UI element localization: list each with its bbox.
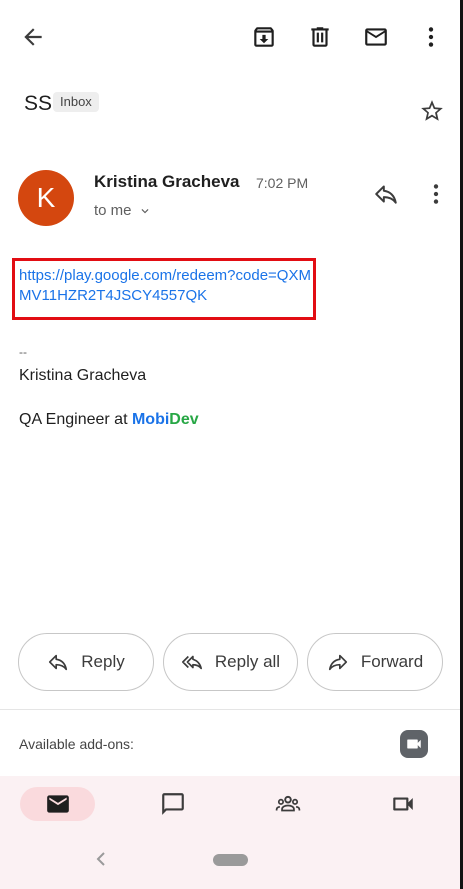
more-vert-icon (428, 27, 434, 47)
meet-addon-button[interactable] (400, 730, 428, 758)
system-back-icon[interactable] (94, 850, 108, 868)
reply-all-icon (181, 655, 202, 670)
nav-meet[interactable] (365, 787, 440, 821)
nav-mail[interactable] (20, 787, 95, 821)
message-more-button[interactable] (420, 178, 452, 210)
sender-name: Kristina Gracheva (94, 172, 240, 191)
signature-title: QA Engineer at MobiDev (19, 411, 199, 429)
inbox-label[interactable]: Inbox (53, 92, 99, 112)
mail-icon (46, 795, 69, 813)
star-button[interactable] (416, 95, 448, 127)
recipient-label: to me (94, 202, 132, 219)
archive-icon (254, 27, 274, 47)
brand-dev: Dev (169, 411, 199, 428)
star-outline-icon (421, 100, 443, 121)
signature-separator: -- (19, 345, 27, 359)
reply-button[interactable]: Reply (18, 633, 154, 691)
reply-label: Reply (81, 652, 125, 671)
delete-button[interactable] (304, 21, 336, 53)
nav-chat[interactable] (135, 787, 210, 821)
forward-button[interactable]: Forward (307, 633, 443, 691)
forward-label: Forward (360, 652, 424, 671)
spaces-icon (275, 795, 300, 812)
divider (0, 709, 460, 710)
video-camera-icon (392, 797, 413, 811)
video-camera-icon (407, 739, 421, 749)
addons-label: Available add-ons: (19, 736, 134, 752)
subject-title: SS (24, 92, 53, 115)
reply-icon (375, 185, 397, 204)
nav-spaces[interactable] (250, 787, 325, 821)
reply-icon (49, 654, 68, 671)
avatar[interactable]: K (18, 170, 74, 226)
forward-icon (328, 654, 347, 671)
email-view: SS Inbox K Kristina Gracheva 7:02 PM to … (0, 0, 463, 889)
signature-name: Kristina Gracheva (19, 367, 147, 384)
archive-button[interactable] (248, 21, 280, 53)
signature-role: QA Engineer at (19, 411, 132, 428)
arrow-back-icon (24, 28, 42, 46)
more-vert-icon (433, 184, 439, 204)
redeem-link[interactable]: https://play.google.com/redeem?code=QXMM… (19, 266, 314, 306)
mail-icon (365, 28, 387, 46)
more-options-button[interactable] (415, 21, 447, 53)
chevron-down-icon (141, 208, 149, 213)
brand-mobi: Mobi (131, 411, 170, 428)
chat-icon (161, 793, 184, 815)
quick-reply-button[interactable] (370, 178, 402, 210)
mark-unread-button[interactable] (360, 21, 392, 53)
trash-icon (311, 27, 329, 47)
recipient-details[interactable]: to me (94, 202, 152, 219)
system-home-pill[interactable] (213, 854, 248, 866)
reply-all-label: Reply all (214, 652, 281, 671)
sent-time: 7:02 PM (256, 175, 309, 191)
reply-all-button[interactable]: Reply all (163, 633, 298, 691)
back-button[interactable] (17, 21, 49, 53)
